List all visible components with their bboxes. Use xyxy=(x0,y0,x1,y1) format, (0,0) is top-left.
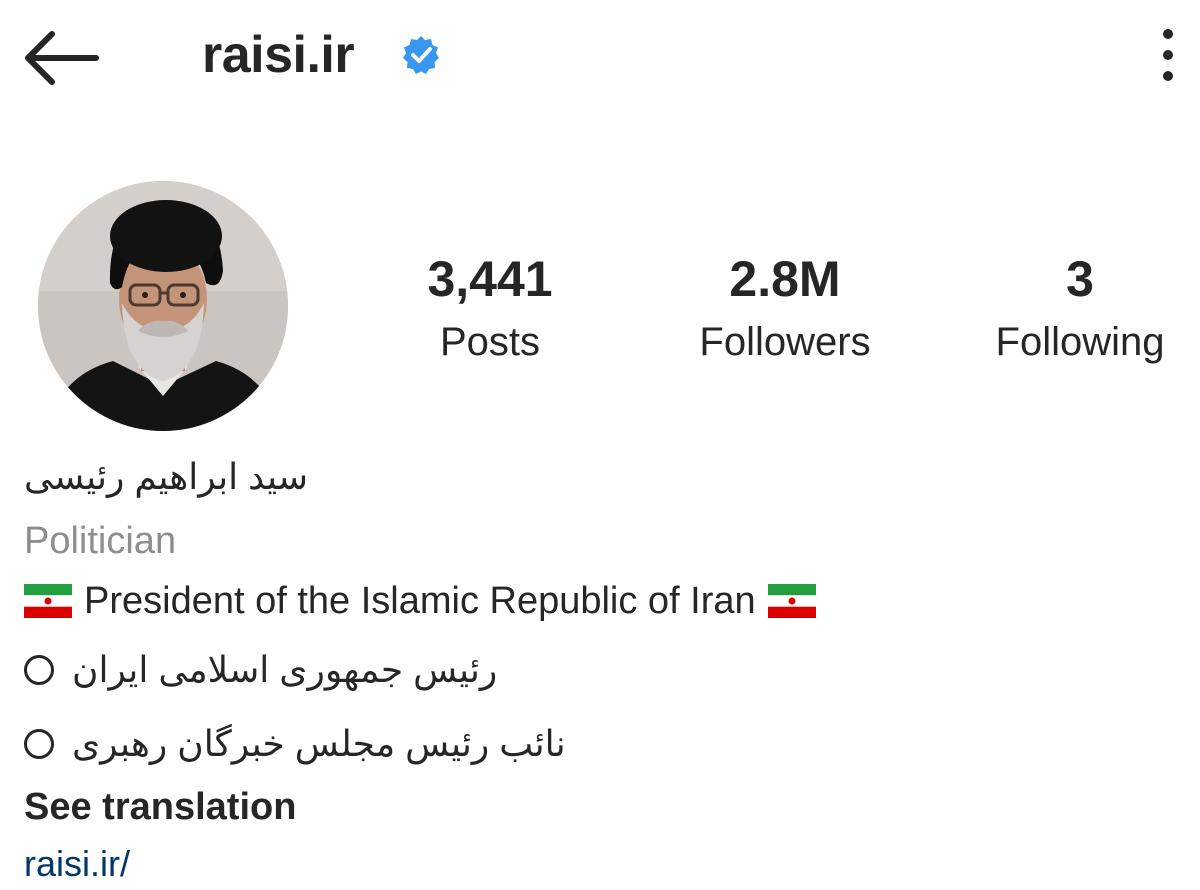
bio-title-line: President of the Islamic Republic of Ira… xyxy=(24,576,816,626)
followers-label: Followers xyxy=(699,320,871,364)
profile-photo xyxy=(38,181,288,431)
following-count: 3 xyxy=(1066,251,1094,307)
website-link[interactable]: raisi.ir/ xyxy=(24,840,130,888)
profile-header: raisi.ir xyxy=(0,0,1200,110)
profile-category: Politician xyxy=(24,520,177,562)
followers-count: 2.8M xyxy=(729,251,841,307)
see-translation-link[interactable]: See translation xyxy=(24,782,296,832)
followers-stat[interactable]: 2.8M Followers xyxy=(680,250,890,368)
avatar[interactable] xyxy=(38,181,288,431)
bio-line-fa-1-text: رئیس جمهوری اسلامی ایران xyxy=(72,649,498,690)
bio-line-fa-2-text: نائب رئیس مجلس خبرگان رهبری xyxy=(72,723,566,764)
circle-outline-icon xyxy=(24,655,54,685)
arrow-left-icon xyxy=(25,31,99,85)
iran-flag-icon xyxy=(24,584,72,618)
posts-count: 3,441 xyxy=(427,251,553,307)
following-label: Following xyxy=(995,320,1165,364)
profile-full-name: سید ابراهیم رئیسی xyxy=(24,456,309,497)
bio-line-fa-1: رئیس جمهوری اسلامی ایران xyxy=(24,644,497,696)
iran-flag-icon xyxy=(767,584,816,618)
circle-outline-icon xyxy=(24,729,54,759)
more-vertical-icon xyxy=(1163,29,1173,81)
bio-title-text: President of the Islamic Republic of Ira… xyxy=(84,580,756,622)
verified-badge-icon xyxy=(400,34,442,76)
posts-label: Posts xyxy=(439,320,541,364)
posts-stat[interactable]: 3,441 Posts xyxy=(400,250,580,368)
profile-username: raisi.ir xyxy=(202,26,355,84)
more-options-button[interactable] xyxy=(1148,26,1188,84)
following-stat[interactable]: 3 Following xyxy=(980,250,1180,368)
bio-line-fa-2: نائب رئیس مجلس خبرگان رهبری xyxy=(24,718,566,770)
back-button[interactable] xyxy=(22,26,102,90)
